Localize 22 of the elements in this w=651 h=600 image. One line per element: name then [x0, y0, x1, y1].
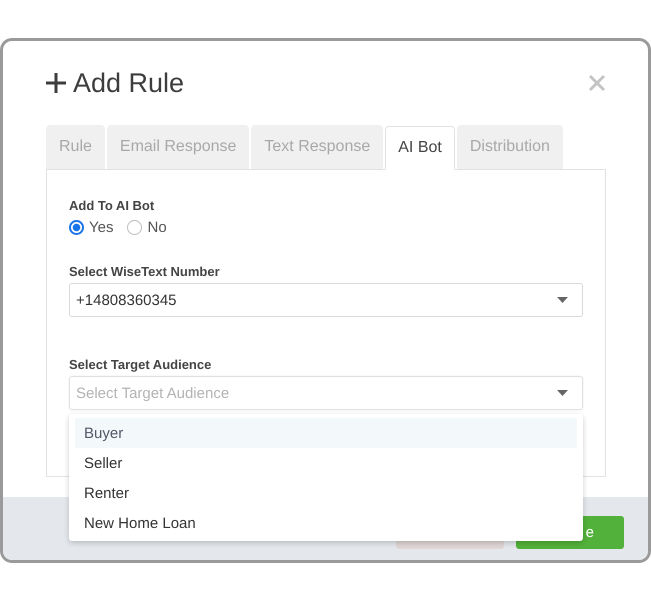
dialog-title: Add Rule — [73, 68, 184, 98]
dropdown-option[interactable]: Renter — [75, 478, 577, 508]
radio-option[interactable]: No — [127, 219, 167, 236]
select-value: +14808360345 — [76, 292, 177, 308]
dropdown-option[interactable]: Seller — [75, 448, 577, 478]
radio-icon[interactable] — [69, 220, 84, 235]
tab[interactable]: AI Bot — [385, 126, 455, 170]
plus-icon — [45, 72, 67, 94]
select-placeholder: Select Target Audience — [76, 384, 230, 402]
radio-label: Yes — [89, 219, 114, 236]
radio-label: No — [147, 219, 167, 236]
field-label: Add To AI Bot — [69, 198, 156, 213]
dropdown-option[interactable]: New Home Loan — [75, 508, 577, 538]
close-icon[interactable] — [588, 74, 606, 92]
caret-icon — [557, 390, 568, 396]
field-label: Select WiseText Number — [69, 264, 221, 279]
dropdown-option[interactable]: Buyer — [75, 418, 577, 448]
radio-icon[interactable] — [127, 220, 142, 235]
number-select[interactable]: +14808360345 — [69, 283, 583, 317]
caret-icon — [557, 297, 568, 303]
field-label: Select Target Audience — [69, 357, 212, 372]
radio-option[interactable]: Yes — [69, 219, 114, 236]
